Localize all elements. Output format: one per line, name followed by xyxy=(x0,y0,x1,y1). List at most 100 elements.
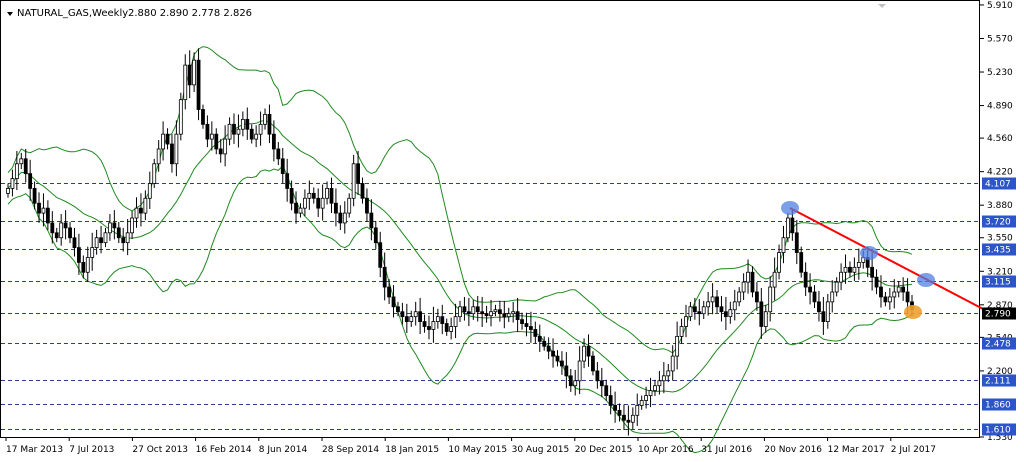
candle-body xyxy=(506,313,511,318)
x-tick-label: 31 Jul 2016 xyxy=(701,445,752,455)
level-tag-label: 4.107 xyxy=(985,180,1011,190)
candle-body xyxy=(400,311,405,318)
candle-body xyxy=(715,296,719,308)
y-tick-label: 4.890 xyxy=(987,102,1013,112)
y-axis: 5.910 5.570 5.230 4.890 4.560 4.220 3.880 3.550… xyxy=(980,1,1016,443)
candle-body xyxy=(560,360,564,367)
candle-body xyxy=(582,345,586,362)
candle-body xyxy=(661,375,666,382)
candle-body xyxy=(196,59,201,110)
candle-body xyxy=(351,163,356,199)
candle-body xyxy=(905,291,910,303)
level-tag-label: 1.610 xyxy=(985,426,1011,436)
candle-body xyxy=(271,133,276,150)
candle-body xyxy=(285,173,290,189)
candle-body xyxy=(99,237,103,244)
candle-body xyxy=(369,212,374,229)
x-tick-label: 30 Aug 2015 xyxy=(512,445,570,455)
candle-body xyxy=(684,316,688,327)
candle-body xyxy=(50,222,55,234)
candle-body xyxy=(852,266,857,273)
candle-body xyxy=(834,281,839,293)
x-tick-label: 18 Jan 2015 xyxy=(385,445,439,455)
candle-body xyxy=(755,291,759,303)
candle-body xyxy=(32,188,37,204)
candle-body xyxy=(763,311,768,327)
candle-body xyxy=(147,183,152,199)
candle-body xyxy=(360,183,365,199)
candle-body xyxy=(404,316,409,322)
candle-body xyxy=(524,323,529,327)
candle-body xyxy=(320,197,325,209)
candle-body xyxy=(555,355,560,362)
candle-body xyxy=(245,118,250,130)
candle-body xyxy=(178,99,183,135)
candle-body xyxy=(453,316,458,327)
candle-body xyxy=(892,291,897,298)
candle-body xyxy=(45,207,50,224)
candle-body xyxy=(879,286,883,298)
candle-body xyxy=(81,262,86,273)
candle-body xyxy=(298,207,303,214)
candle-body xyxy=(143,197,148,214)
candle-body xyxy=(201,109,205,125)
candle-body xyxy=(653,385,657,392)
x-tick-label: 12 Mar 2017 xyxy=(828,445,885,455)
candle-body xyxy=(750,271,755,293)
candle-body xyxy=(648,390,653,396)
candle-body xyxy=(790,217,795,234)
candle-body xyxy=(901,286,906,293)
candle-body xyxy=(130,217,134,234)
candle-body xyxy=(382,266,387,288)
candle-body xyxy=(462,306,467,313)
candle-body xyxy=(121,237,126,244)
y-tick-label: 5.570 xyxy=(987,34,1013,44)
candle-body xyxy=(307,192,312,199)
candle-body xyxy=(812,291,817,303)
candle-body xyxy=(657,380,662,387)
candle-body xyxy=(435,316,440,322)
candle-body xyxy=(697,311,702,315)
x-tick-label: 28 Sep 2014 xyxy=(322,445,379,455)
candle-body xyxy=(723,311,728,318)
candle-body xyxy=(520,319,524,324)
candle-body xyxy=(746,271,750,283)
x-axis: 17 Mar 2013 7 Jul 2013 27 Oct 2013 16 Feb 2… xyxy=(5,437,936,455)
candle-body xyxy=(794,232,799,253)
x-tick-label: 20 Nov 2016 xyxy=(764,445,822,455)
candle-body xyxy=(68,227,72,239)
candle-body xyxy=(475,306,480,313)
candle-body xyxy=(830,291,835,303)
candle-body xyxy=(533,329,538,337)
candle-body xyxy=(161,133,165,150)
candle-body xyxy=(396,306,400,313)
candle-body xyxy=(577,360,582,382)
candle-body xyxy=(670,355,675,372)
candle-body xyxy=(187,64,192,86)
candle-body xyxy=(825,301,830,322)
candle-body xyxy=(497,309,502,315)
candle-body xyxy=(249,128,254,140)
candle-body xyxy=(342,212,347,224)
candle-body xyxy=(165,133,170,145)
candle-body xyxy=(706,301,711,308)
candle-body xyxy=(431,321,436,330)
y-tick-label: 3.550 xyxy=(987,234,1013,244)
candle-body xyxy=(595,370,600,382)
candle-body xyxy=(134,207,139,219)
candle-body xyxy=(192,59,197,86)
touch-marker-1 xyxy=(781,201,799,215)
candle-body xyxy=(772,271,777,288)
candle-body xyxy=(280,158,285,175)
candle-body xyxy=(728,309,733,318)
chart-header: NATURAL_GAS,Weekly 2.880 2.890 2.778 2.8… xyxy=(7,8,252,19)
candle-body xyxy=(378,242,383,268)
candle-body xyxy=(205,123,210,140)
candle-body xyxy=(72,237,77,249)
candle-body xyxy=(617,409,622,416)
candle-body xyxy=(77,247,81,263)
y-tick-label: 3.880 xyxy=(987,201,1013,211)
candle-body xyxy=(59,222,64,239)
candle-body xyxy=(502,313,507,318)
candle-body xyxy=(85,257,90,273)
